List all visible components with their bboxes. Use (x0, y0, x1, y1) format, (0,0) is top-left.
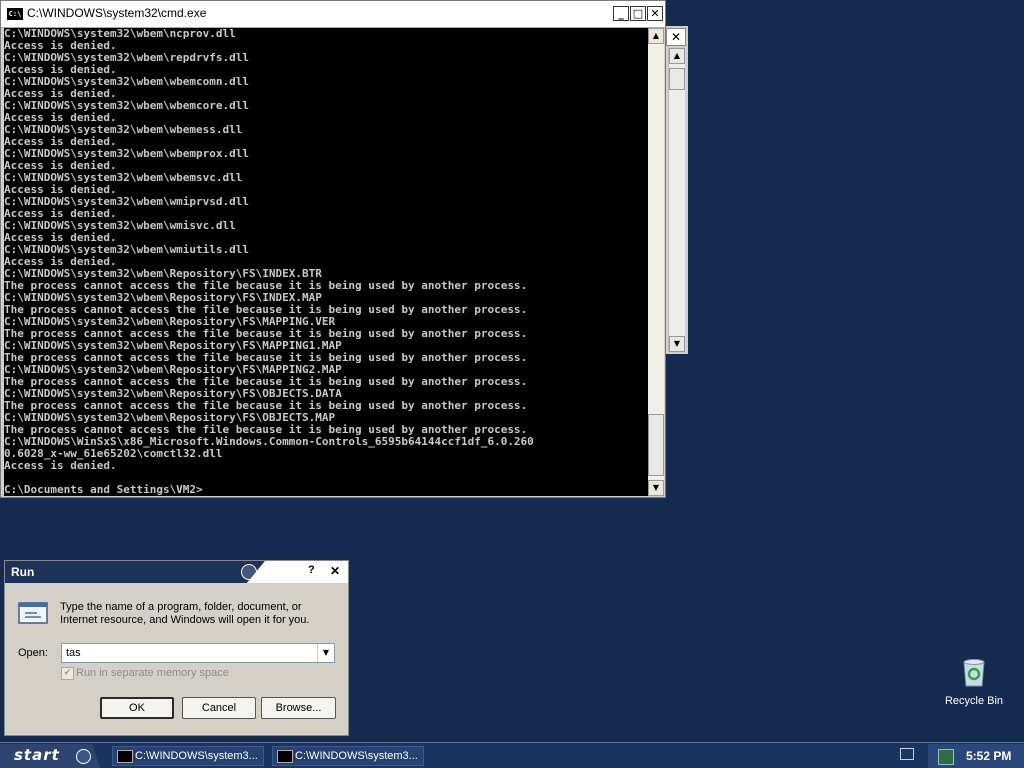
background-window-close-button[interactable]: ✕ (666, 28, 686, 46)
ok-button[interactable]: OK (100, 697, 174, 719)
cmd-window[interactable]: C:\ C:\WINDOWS\system32\cmd.exe _ □ ✕ C:… (0, 0, 666, 498)
taskbar-item-label: C:\WINDOWS\system3... (295, 750, 418, 762)
run-description: Type the name of a program, folder, docu… (60, 601, 330, 627)
cmd-vertical-scrollbar[interactable]: ▲ ▼ (648, 28, 664, 496)
taskbar-item-label: C:\WINDOWS\system3... (135, 750, 258, 762)
run-title-band: Run (5, 561, 265, 583)
network-icon[interactable] (938, 749, 954, 765)
keyboard-icon[interactable] (900, 748, 914, 760)
taskbar-item-cmd[interactable]: C:\WINDOWS\system3... (112, 746, 264, 766)
separate-memory-checkbox[interactable]: ✔ (61, 667, 74, 680)
run-title-bar[interactable]: Run ? ✕ (5, 561, 348, 583)
cancel-button[interactable]: Cancel (182, 697, 256, 719)
recycle-bin-icon[interactable] (959, 656, 989, 688)
console-line: Access is denied. (4, 459, 117, 472)
taskbar-item-cmd[interactable]: C:\WINDOWS\system3... (272, 746, 424, 766)
scroll-down-arrow-icon[interactable]: ▼ (669, 336, 685, 352)
cmd-app-icon (277, 750, 293, 763)
cmd-app-icon (117, 750, 133, 763)
chevron-down-icon[interactable]: ▼ (317, 644, 334, 662)
help-button[interactable]: ? (308, 564, 315, 576)
scroll-up-arrow-icon[interactable]: ▲ (648, 28, 664, 44)
close-button[interactable]: ✕ (647, 6, 663, 21)
separate-memory-label: Run in separate memory space (76, 667, 229, 679)
background-cmd-window[interactable]: ✕ ▲ ▼ (664, 26, 688, 354)
taskbar: start C:\WINDOWS\system3... C:\WINDOWS\s… (0, 742, 1024, 768)
run-description-line: Type the name of a program, folder, docu… (60, 601, 302, 613)
cmd-title-text: C:\WINDOWS\system32\cmd.exe (27, 6, 207, 20)
background-window-scrollbar[interactable]: ▲ ▼ (668, 48, 685, 352)
cmd-app-icon[interactable]: C:\ (7, 8, 23, 20)
windows-logo-icon (241, 564, 257, 580)
scroll-up-arrow-icon[interactable]: ▲ (669, 48, 685, 64)
open-combobox[interactable]: ▼ (61, 643, 335, 663)
maximize-button[interactable]: □ (630, 6, 646, 21)
run-title-text: Run (11, 565, 35, 579)
cmd-title-bar[interactable]: C:\ C:\WINDOWS\system32\cmd.exe _ □ ✕ (1, 1, 665, 28)
clock[interactable]: 5:52 PM (966, 749, 1011, 763)
scroll-thumb[interactable] (669, 68, 685, 90)
recycle-bin[interactable]: Recycle Bin (940, 656, 1008, 716)
run-program-icon (18, 602, 48, 624)
open-label: Open: (18, 647, 48, 659)
scroll-thumb[interactable] (648, 414, 664, 476)
windows-logo-icon (76, 749, 91, 764)
start-button[interactable]: start (0, 744, 100, 768)
console-output[interactable]: C:\WINDOWS\system32\wbem\ncprov.dll Acces… (4, 28, 648, 496)
console-line: C:\Documents and Settings\VM2> (4, 483, 203, 496)
system-tray: 5:52 PM (928, 744, 1024, 768)
run-dialog[interactable]: Run ? ✕ Type the name of a program, fold… (4, 560, 349, 736)
run-description-line: Internet resource, and Windows will open… (60, 614, 310, 626)
browse-button[interactable]: Browse... (261, 697, 336, 719)
run-close-button[interactable]: ✕ (330, 564, 340, 578)
scroll-down-arrow-icon[interactable]: ▼ (648, 480, 664, 496)
start-label: start (14, 746, 60, 764)
open-input[interactable] (62, 644, 324, 662)
minimize-button[interactable]: _ (613, 6, 629, 21)
recycle-bin-label: Recycle Bin (944, 695, 1004, 707)
